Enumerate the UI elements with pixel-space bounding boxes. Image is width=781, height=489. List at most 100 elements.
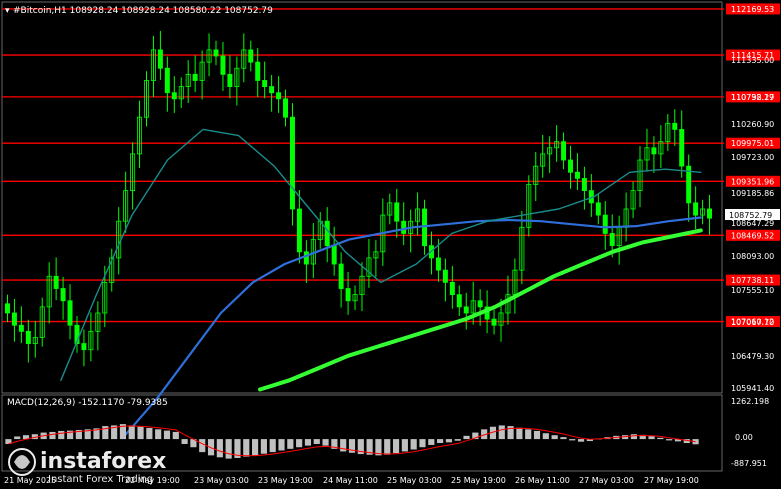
candle-body bbox=[595, 202, 601, 216]
price-tick: 110798.19 bbox=[731, 93, 774, 102]
candle-body bbox=[4, 303, 10, 314]
candle-body bbox=[296, 208, 302, 253]
macd-bar bbox=[278, 439, 285, 451]
time-tick: 24 May 11:00 bbox=[323, 476, 378, 485]
candle-body bbox=[651, 147, 657, 155]
macd-bar bbox=[401, 439, 408, 452]
candle-body bbox=[561, 141, 567, 161]
trading-chart[interactable]: 112169.53111415.71110732.27109975.011093… bbox=[0, 0, 781, 489]
candle-body bbox=[477, 300, 483, 308]
macd-bar bbox=[199, 439, 206, 453]
candle-body bbox=[60, 288, 66, 302]
level-label: 112169.53 bbox=[731, 5, 774, 14]
price-tick: 107017.70 bbox=[731, 318, 774, 327]
candle-body bbox=[491, 318, 497, 326]
macd-bar bbox=[454, 439, 461, 441]
macd-bar bbox=[287, 439, 294, 449]
candle-body bbox=[345, 288, 351, 302]
macd-tick: 1262.198 bbox=[731, 397, 769, 406]
candle-body bbox=[672, 122, 678, 130]
candle-body bbox=[394, 202, 400, 222]
level-label: 109351.96 bbox=[731, 177, 774, 186]
macd-bar bbox=[146, 428, 153, 440]
macd-bar bbox=[128, 425, 135, 440]
candle-body bbox=[248, 49, 254, 63]
chart-background bbox=[0, 0, 781, 489]
logo-brand: instaforex bbox=[40, 449, 166, 474]
candle-body bbox=[25, 330, 31, 344]
candle-body bbox=[324, 220, 330, 247]
price-tick: 108093.00 bbox=[731, 252, 774, 261]
macd-bar bbox=[322, 439, 329, 446]
macd-bar bbox=[296, 439, 303, 448]
macd-bar bbox=[428, 439, 435, 445]
macd-bar bbox=[14, 436, 21, 440]
price-tick: 107555.10 bbox=[731, 286, 774, 295]
macd-bar bbox=[172, 431, 179, 440]
candle-body bbox=[11, 312, 17, 326]
candle-body bbox=[693, 202, 699, 216]
macd-bar bbox=[666, 439, 673, 441]
candle-body bbox=[164, 67, 170, 94]
macd-bar bbox=[163, 430, 171, 440]
macd-bar bbox=[155, 429, 162, 440]
macd-bar bbox=[533, 430, 541, 440]
time-tick: 23 May 19:00 bbox=[258, 476, 313, 485]
candle-body bbox=[213, 49, 219, 57]
price-tick: 109723.00 bbox=[731, 153, 774, 162]
macd-bar bbox=[551, 435, 558, 440]
candle-body bbox=[303, 251, 309, 265]
level-label: 107738.11 bbox=[731, 276, 774, 285]
candle-body bbox=[435, 257, 441, 271]
macd-bar bbox=[445, 439, 452, 443]
price-tick: 110260.90 bbox=[731, 120, 774, 129]
candle-body bbox=[289, 116, 295, 210]
macd-bar bbox=[630, 434, 638, 440]
macd-bar bbox=[419, 439, 426, 448]
time-tick: 25 May 03:00 bbox=[387, 476, 442, 485]
macd-bar bbox=[516, 427, 523, 440]
macd-bar bbox=[340, 439, 347, 452]
candle-body bbox=[338, 263, 344, 289]
candle-body bbox=[262, 80, 268, 88]
macd-bar bbox=[304, 439, 312, 446]
price-tick: 111335.00 bbox=[731, 56, 774, 65]
macd-bar bbox=[463, 435, 470, 440]
macd-bar bbox=[216, 439, 223, 458]
candle-body bbox=[81, 343, 87, 351]
macd-tick: -887.951 bbox=[731, 459, 767, 468]
macd-bar bbox=[313, 439, 320, 444]
chart-title: #Bitcoin,H1 108928.24 108928.24 108580.2… bbox=[13, 6, 273, 16]
level-label: 108469.52 bbox=[731, 231, 774, 240]
macd-bar bbox=[498, 425, 505, 440]
macd-bar bbox=[392, 439, 400, 454]
time-tick: 27 May 19:00 bbox=[644, 476, 699, 485]
price-tick: 106479.30 bbox=[731, 352, 774, 361]
macd-label: MACD(12,26,9) -152.1170 -79.9385 bbox=[7, 398, 168, 408]
candle-body bbox=[220, 55, 226, 75]
time-tick: 25 May 19:00 bbox=[451, 476, 506, 485]
macd-bar bbox=[243, 439, 250, 457]
candle-body bbox=[157, 49, 163, 69]
candle-body bbox=[331, 245, 337, 265]
time-tick: 26 May 11:00 bbox=[515, 476, 570, 485]
macd-bar bbox=[569, 439, 576, 441]
time-tick: 27 May 03:00 bbox=[579, 476, 634, 485]
macd-bar bbox=[648, 436, 655, 440]
level-label: 109975.01 bbox=[731, 139, 774, 148]
candle-body bbox=[53, 275, 59, 289]
candle-body bbox=[227, 73, 233, 88]
price-tick: 109185.86 bbox=[731, 189, 774, 198]
macd-bar bbox=[260, 439, 267, 454]
candle-body bbox=[255, 61, 261, 81]
macd-bar bbox=[410, 439, 417, 450]
macd-bar bbox=[49, 431, 56, 440]
macd-bar bbox=[58, 430, 65, 440]
candle-body bbox=[67, 300, 73, 326]
candle-body bbox=[463, 306, 469, 314]
candle-body bbox=[679, 129, 685, 167]
candle-body bbox=[442, 269, 448, 283]
macd-bar bbox=[542, 433, 549, 440]
candle-body bbox=[581, 177, 587, 192]
candle-body bbox=[401, 220, 407, 234]
